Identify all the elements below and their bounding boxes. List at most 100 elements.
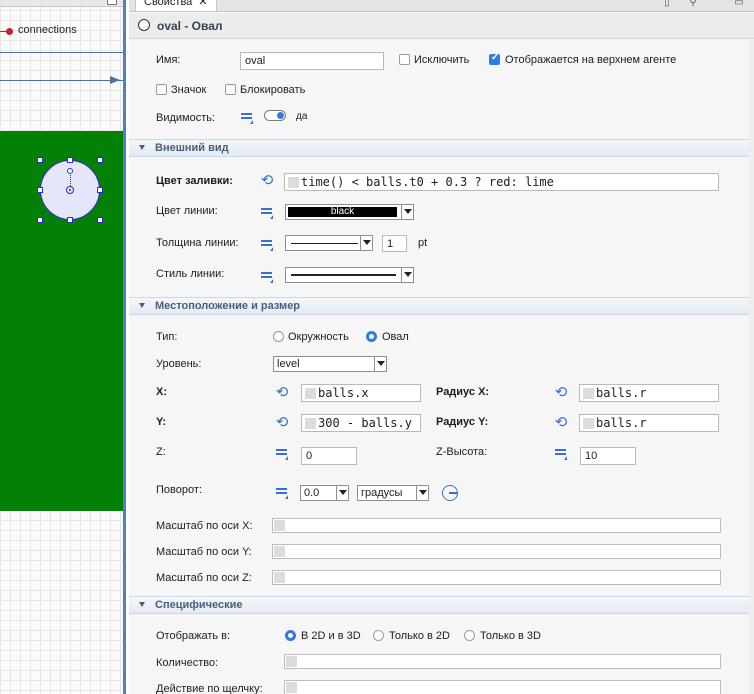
rotation-value: 0.0 — [304, 487, 320, 499]
visibility-value: да — [296, 111, 308, 122]
section-appearance[interactable]: Внешний вид — [129, 139, 749, 157]
scale-z-input[interactable] — [272, 570, 721, 585]
resize-handle-w[interactable] — [37, 187, 43, 193]
chevron-down-icon[interactable] — [360, 236, 372, 250]
radius-y-label: Радиус Y: — [436, 416, 489, 428]
onclick-input[interactable] — [284, 680, 721, 694]
tab-close-icon[interactable]: ✕ — [198, 0, 207, 8]
resize-handle-sw[interactable] — [37, 217, 43, 223]
resize-handle-se[interactable] — [97, 217, 103, 223]
connections-port-icon[interactable] — [6, 28, 13, 35]
radius-y-expression-input[interactable]: balls.r — [579, 414, 719, 432]
line-style-dropdown[interactable] — [285, 267, 414, 283]
scale-y-input[interactable] — [272, 544, 721, 559]
type-circle-radio[interactable] — [273, 331, 284, 342]
scale-y-label: Масштаб по оси Y: — [156, 546, 252, 558]
dynamic-value-icon[interactable]: ⟲ — [259, 173, 275, 188]
static-value-icon[interactable] — [260, 270, 274, 283]
rotation-guide — [70, 175, 71, 186]
rotation-value-dropdown[interactable]: 0.0 — [300, 485, 349, 501]
rotation-unit: градусы — [361, 487, 403, 499]
y-expression-input[interactable]: 300 - balls.y — [301, 414, 421, 432]
static-value-icon[interactable] — [240, 111, 254, 124]
fill-color-expression-input[interactable]: time() < balls.t0 + 0.3 ? red: lime — [284, 173, 719, 191]
connections-label[interactable]: connections — [18, 24, 77, 36]
dynamic-value-icon[interactable]: ⟲ — [553, 415, 569, 430]
scrollbar[interactable] — [749, 40, 754, 694]
show-2d3d-radio[interactable] — [285, 630, 296, 641]
visibility-toggle[interactable] — [264, 110, 286, 121]
rotation-handle[interactable] — [67, 168, 73, 174]
resize-handle-nw[interactable] — [37, 157, 43, 163]
section-specific-title: Специфические — [155, 599, 243, 611]
show-2d-radio[interactable] — [373, 630, 384, 641]
dynamic-value-icon[interactable]: ⟲ — [553, 385, 569, 400]
expression-marker — [288, 177, 299, 188]
line-width-label: Толщина линии: — [156, 237, 239, 249]
element-titlebar: oval - Овал — [129, 13, 754, 39]
tab-properties[interactable]: Свойства ✕ — [135, 0, 217, 11]
z-input[interactable]: 0 — [301, 447, 357, 465]
static-value-icon[interactable] — [260, 238, 274, 251]
tab-properties-label: Свойства — [144, 0, 193, 8]
chevron-down-icon[interactable] — [374, 357, 386, 371]
type-label: Тип: — [156, 331, 178, 343]
minimize-panel-icon[interactable]: ▭ — [733, 0, 745, 9]
section-specific[interactable]: Специфические — [129, 596, 749, 614]
document-icon[interactable]: ▯ — [661, 0, 673, 9]
lock-checkbox[interactable] — [225, 84, 236, 95]
x-expression-text: balls.x — [318, 386, 369, 400]
collapse-triangle-icon — [139, 602, 145, 607]
exclude-checkbox[interactable] — [399, 54, 410, 65]
resize-handle-n[interactable] — [67, 157, 73, 163]
level-dropdown[interactable]: level — [273, 356, 387, 372]
static-value-icon[interactable] — [260, 206, 274, 219]
show-on-top-agent-label: Отображается на верхнем агенте — [505, 54, 677, 66]
section-position-size[interactable]: Местоположение и размер — [129, 297, 749, 315]
canvas-toolbar — [0, 0, 123, 7]
scale-x-input[interactable] — [272, 518, 721, 533]
z-height-label: Z-Высота: — [436, 446, 488, 458]
show-2d-label: Только в 2D — [389, 630, 450, 642]
name-input[interactable]: oval — [240, 52, 384, 70]
icon-checkbox[interactable] — [156, 84, 167, 95]
expression-marker — [583, 418, 594, 429]
line-color-dropdown[interactable]: black — [285, 204, 414, 220]
pin-icon[interactable]: ⚲ — [687, 0, 699, 9]
chevron-down-icon[interactable] — [401, 205, 413, 219]
show-3d-radio[interactable] — [464, 630, 475, 641]
resize-handle-ne[interactable] — [97, 157, 103, 163]
radius-y-expression-text: balls.r — [596, 416, 647, 430]
resize-handle-s[interactable] — [67, 217, 73, 223]
chevron-down-icon[interactable] — [336, 486, 348, 500]
chevron-down-icon[interactable] — [416, 486, 428, 500]
section-position-title: Местоположение и размер — [155, 300, 301, 312]
resize-handle-e[interactable] — [97, 187, 103, 193]
static-value-icon[interactable] — [554, 447, 568, 460]
dynamic-value-icon[interactable]: ⟲ — [274, 385, 290, 400]
boundary-line-top[interactable] — [0, 52, 123, 53]
center-mark-icon[interactable] — [66, 186, 74, 194]
radius-x-expression-input[interactable]: balls.r — [579, 384, 719, 402]
z-height-input[interactable]: 10 — [580, 447, 636, 465]
level-label: Уровень: — [156, 358, 202, 370]
arrow-line[interactable] — [0, 80, 123, 81]
radius-x-label: Радиус X: — [436, 386, 490, 398]
model-canvas[interactable]: connections — [0, 0, 126, 694]
count-input[interactable] — [284, 654, 721, 669]
x-expression-input[interactable]: balls.x — [301, 384, 421, 402]
show-on-top-agent-checkbox[interactable] — [489, 52, 500, 65]
rotation-dial-icon[interactable] — [442, 485, 458, 501]
rotation-unit-dropdown[interactable]: градусы — [357, 485, 429, 501]
static-value-icon[interactable] — [275, 447, 289, 460]
minimize-icon[interactable] — [107, 0, 117, 5]
static-value-icon[interactable] — [275, 486, 289, 499]
dynamic-value-icon[interactable]: ⟲ — [274, 415, 290, 430]
line-width-input[interactable]: 1 — [382, 235, 407, 252]
chevron-down-icon[interactable] — [401, 268, 413, 282]
scale-x-label: Масштаб по оси X: — [156, 520, 253, 532]
type-oval-radio[interactable] — [366, 331, 377, 342]
properties-panel: Свойства ✕ ▯ ⚲ ▭ oval - Овал Имя: oval Ис… — [129, 0, 754, 694]
count-label: Количество: — [156, 657, 219, 669]
line-width-dropdown[interactable] — [285, 235, 373, 251]
